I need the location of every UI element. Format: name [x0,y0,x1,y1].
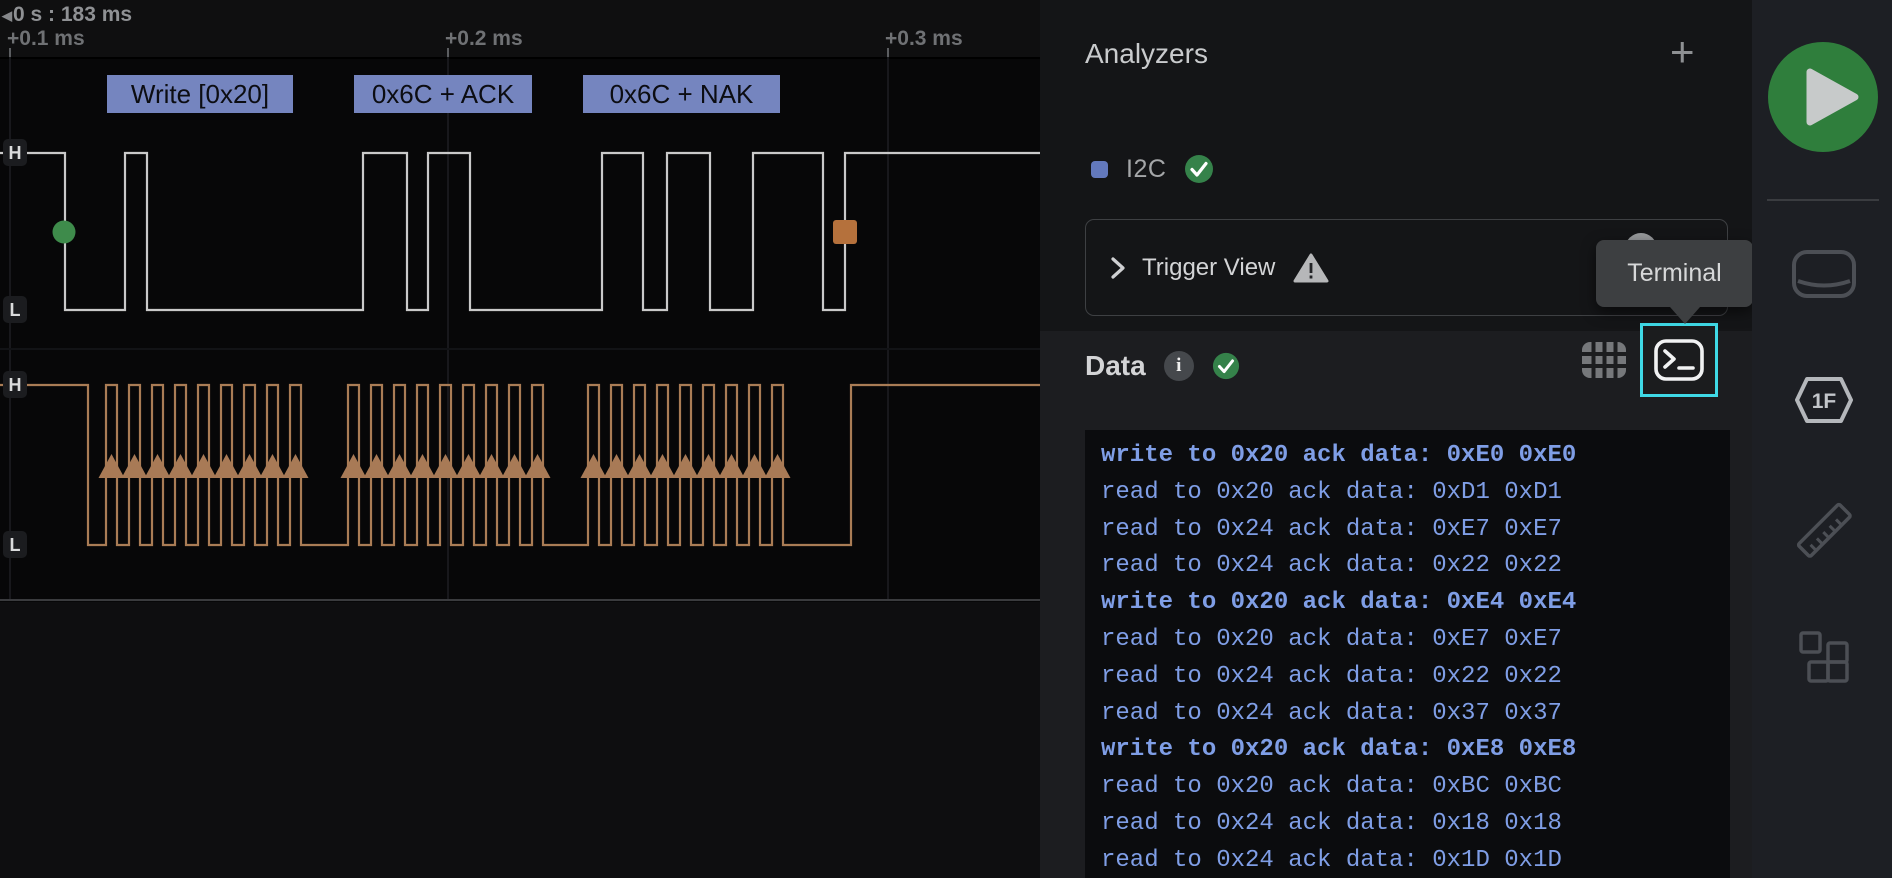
rising-edge-marker-icon [259,454,286,478]
blocks-icon[interactable] [1799,631,1849,683]
grid-icon [1582,342,1626,378]
terminal-line: read to 0x24 ack data: 0x22 0x22 [1101,662,1562,690]
warning-icon [1293,253,1329,282]
rising-edge-marker-icon [432,454,459,478]
rising-edge-marker-icon [741,454,768,478]
terminal-output[interactable]: write to 0x20 ack data: 0xE0 0xE0 read to… [1085,430,1730,878]
terminal-line: read to 0x24 ack data: 0x22 0x22 [1101,552,1562,580]
rising-edge-marker-icon [626,454,653,478]
annotation-badge-label: 0x6C + NAK [610,79,754,109]
rising-edge-marker-icon [236,454,263,478]
run-capture-button[interactable] [1765,39,1881,155]
rising-edge-marker-icon [501,454,528,478]
hex-1f-icon[interactable]: 1F [1795,377,1853,423]
analyzers-heading: Analyzers [1085,38,1208,69]
terminal-line: write to 0x20 ack data: 0xE8 0xE8 [1101,736,1577,764]
hex-1f-label: 1F [1812,390,1837,413]
rising-edge-marker-icon [672,454,699,478]
rising-edge-marker-icon [282,454,309,478]
rising-edge-marker-icon [167,454,194,478]
rising-edge-marker-icon [603,454,630,478]
rising-edge-marker-icon [340,454,367,478]
terminal-icon [1654,339,1704,381]
terminal-line: read to 0x24 ack data: 0x18 0x18 [1101,809,1562,837]
annotation-badge-label: Write [0x20] [131,79,269,109]
rising-edge-marker-icon [649,454,676,478]
rising-edge-marker-icon [718,454,745,478]
analyzer-color-swatch [1091,160,1108,178]
start-condition-marker-icon [52,220,76,244]
rising-edge-marker-icon [386,454,413,478]
terminal-line: read to 0x20 ack data: 0xD1 0xD1 [1101,478,1562,506]
annotation-badge-label: 0x6C + ACK [372,79,515,109]
chevron-right-icon [1111,256,1125,279]
rising-edge-marker-icon [409,454,436,478]
rising-edge-marker-icon [213,454,240,478]
info-icon: i [1176,355,1182,376]
rising-edge-marker-icon [764,454,791,478]
rising-edge-marker-icon [190,454,217,478]
terminal-line: read to 0x24 ack data: 0xE7 0xE7 [1101,515,1562,543]
stop-condition-marker-icon [833,220,857,244]
level-chip-label: H [9,375,22,395]
analyzer-item-i2c[interactable]: I2C [1091,150,1214,188]
level-chip-label: L [10,300,21,320]
analyzer-item-label: I2C [1126,154,1167,183]
ruler-icon[interactable] [1796,502,1852,558]
sidebar-toolbar: 1F [1792,250,1856,683]
analyzer-success-check-icon [1185,155,1214,183]
level-chip-label: H [9,143,22,163]
add-analyzer-button[interactable]: + [1664,30,1701,74]
terminal-line: read to 0x20 ack data: 0xE7 0xE7 [1101,625,1562,653]
device-icon[interactable] [1792,250,1856,298]
channel-0-trace [0,151,1040,312]
rising-edge-marker-icon [98,454,125,478]
data-success-check-icon [1212,352,1239,380]
rising-edge-marker-icon [121,454,148,478]
sidebar-divider [1767,199,1879,201]
terminal-tooltip-label: Terminal [1627,259,1722,287]
terminal-line: read to 0x24 ack data: 0x37 0x37 [1101,699,1562,727]
rising-edge-marker-icon [695,454,722,478]
waveform-canvas[interactable]: H L H L Write [0x20] 0x6C + ACK 0x6C + NAK [0,0,1040,878]
data-heading: Data [1085,350,1146,381]
info-button[interactable]: i [1163,351,1194,381]
rising-edge-marker-icon [363,454,390,478]
rising-edge-marker-icon [524,454,551,478]
data-section-header: Data i [1085,347,1240,385]
app-window: ◀ 0 s : 183 ms +0.1 ms +0.2 ms +0.3 ms HLH… [0,0,1892,878]
play-icon [1768,42,1878,152]
rising-edge-marker-icon [455,454,482,478]
terminal-line: write to 0x20 ack data: 0xE0 0xE0 [1101,442,1577,469]
rising-edge-marker-icon [478,454,505,478]
rising-edge-marker-icon [580,454,607,478]
terminal-view-button[interactable] [1640,323,1718,397]
rising-edge-marker-icon [144,454,171,478]
terminal-line: read to 0x20 ack data: 0xBC 0xBC [1101,773,1562,801]
level-chip-label: L [10,535,21,555]
terminal-line: read to 0x24 ack data: 0x1D 0x1D [1101,846,1562,874]
table-view-button[interactable] [1581,341,1627,379]
terminal-line: write to 0x20 ack data: 0xE4 0xE4 [1101,589,1577,617]
terminal-tooltip: Terminal [1596,240,1753,324]
trigger-view-label: Trigger View [1142,253,1276,281]
